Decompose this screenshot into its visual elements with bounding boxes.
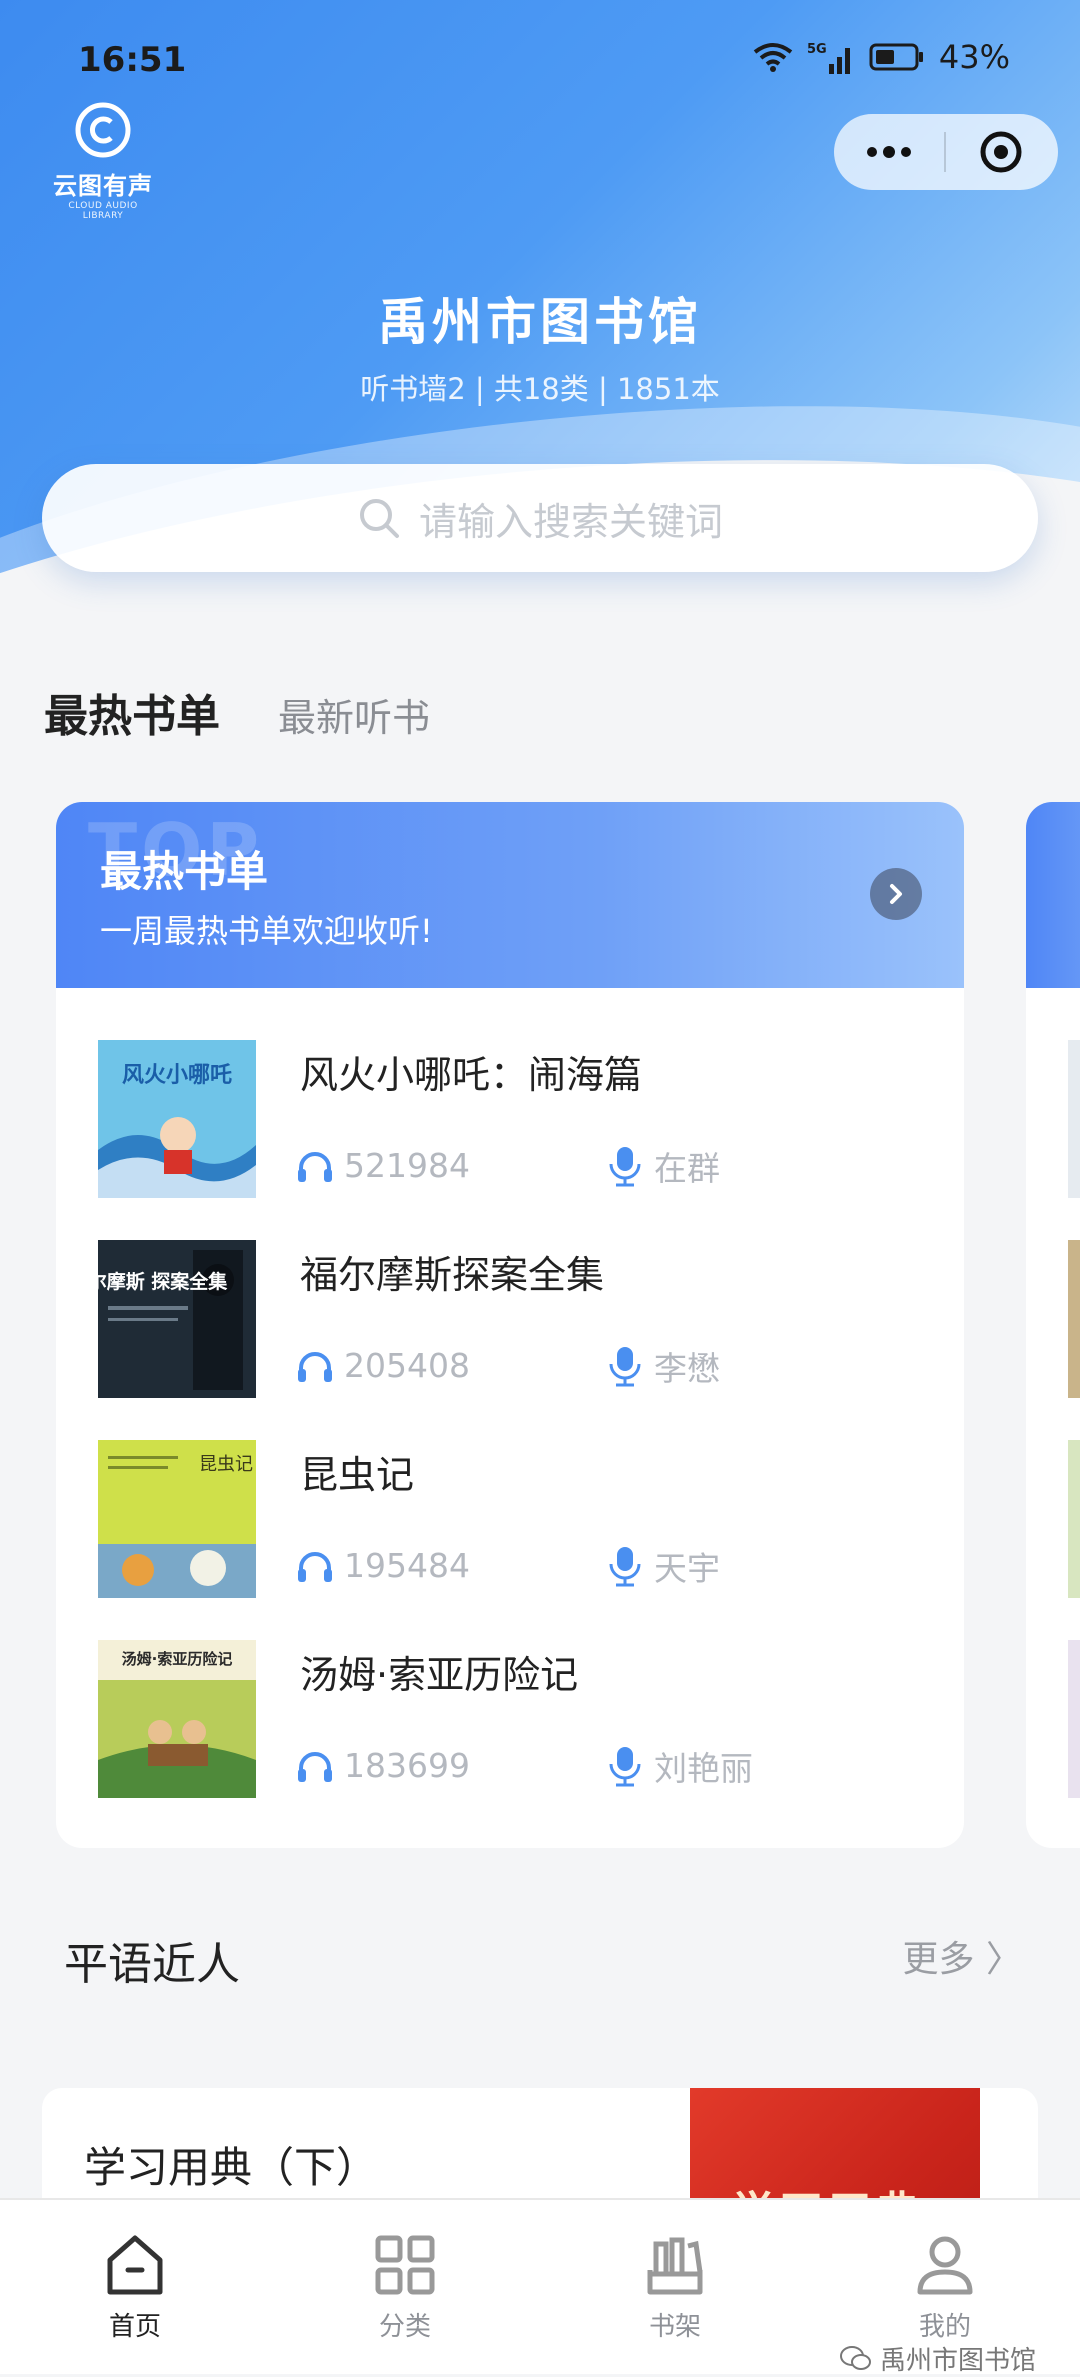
play-count: 195484 [296,1546,470,1585]
search-icon [359,499,399,538]
target-icon [980,131,1022,173]
card-title: 最热书单 [100,847,269,896]
library-name: 禹州市图书馆 [378,293,702,351]
library-stats: 听书墙2 | 共18类 | 1851本 [360,372,720,406]
play-count-value: 183699 [344,1746,470,1785]
reader: 在群 [608,1142,720,1190]
play-count-value: 195484 [344,1546,470,1585]
reader-name: 在群 [654,1149,720,1188]
search-input[interactable]: 请输入搜索关键词 [42,464,1038,572]
reader: 天宇 [608,1542,720,1590]
nav-home[interactable]: 首页 [60,2230,210,2343]
play-count: 183699 [296,1746,470,1785]
reader-name: 天宇 [654,1549,720,1588]
next-card-cover [1068,1240,1080,1398]
list-tabs: 最热书单 最新听书 [44,680,430,744]
wechat-watermark: 禹州市图书馆 [840,2340,1036,2377]
logo-name: 云图有声 [53,172,153,200]
nav-profile[interactable]: 我的 [870,2230,1020,2343]
next-card-header [1026,802,1080,988]
book-item[interactable]: 汤姆·索亚历险记 汤姆·索亚历险记 183699 刘艳丽 [56,1640,964,1840]
nav-category[interactable]: 分类 [330,2230,480,2343]
book-item[interactable]: 昆虫记 昆虫记 195484 天宇 [56,1440,964,1640]
book-title[interactable]: 昆虫记 [300,1444,414,1499]
nav-label: 分类 [378,2312,431,2342]
book-item[interactable]: 风火小哪吒 风火小哪吒：闹海篇 521984 在群 [56,1040,964,1240]
card-subtitle: 一周最热书单欢迎收听! [100,912,433,950]
recommendation-title: 学习用典（下） [84,2143,379,2192]
book-cover[interactable]: 昆虫记 [98,1440,256,1598]
more-dots-icon [867,146,911,158]
book-list: 风火小哪吒 风火小哪吒：闹海篇 521984 在群 摩斯 探案全集 福尔摩斯探案… [56,1040,964,1840]
home-icon [107,2235,163,2295]
book-cover[interactable]: 风火小哪吒 [98,1040,256,1198]
book-title[interactable]: 福尔摩斯探案全集 [300,1244,604,1299]
more-link[interactable]: 更多 〉 [903,1930,1022,1982]
next-card-cover [1068,1640,1080,1798]
book-item[interactable]: 福尔摩斯 探案全集 福尔摩斯探案全集 205408 [56,1240,964,1440]
more-label: 更多 [902,1939,975,1980]
book-cover[interactable]: 福尔摩斯 探案全集 [98,1240,256,1398]
microphone-icon [609,1147,641,1187]
book-title[interactable]: 汤姆·索亚历险记 [300,1644,578,1699]
microphone-icon [609,1747,641,1787]
reader: 刘艳丽 [608,1742,753,1790]
play-count-value: 205408 [344,1346,470,1385]
cover-text: 昆虫记 [199,1454,253,1475]
next-card-cover [1068,1040,1080,1198]
watermark-text: 禹州市图书馆 [880,2346,1037,2376]
signal-icon: 5G [807,42,850,74]
chevron-right-icon [890,884,902,904]
battery-icon [869,43,923,71]
cover-text: 福尔摩斯 探案全集 [98,1270,228,1293]
logo-subtitle: CLOUD AUDIO LIBRARY [68,201,138,221]
headphones-icon [298,1351,332,1382]
nav-bookshelf[interactable]: 书架 [600,2230,750,2343]
grid-icon [375,2235,435,2295]
hot-list-header[interactable]: TOP 最热书单 一周最热书单欢迎收听! [56,802,964,988]
status-icons: 5G 43% [753,38,1010,76]
user-icon [917,2236,973,2295]
wechat-icon [840,2345,871,2370]
headphones-icon [298,1551,332,1582]
hot-list-card[interactable]: TOP 最热书单 一周最热书单欢迎收听! 风火小哪吒 风火小哪吒：闹海篇 521… [56,802,964,1848]
cover-text: 风火小哪吒 [122,1063,232,1088]
cover-text: 汤姆·索亚历险记 [122,1650,233,1668]
book-cover[interactable]: 汤姆·索亚历险记 [98,1640,256,1798]
play-count: 205408 [296,1346,470,1385]
nav-label: 首页 [108,2312,161,2342]
bookshelf-icon [647,2237,703,2295]
reader-name: 刘艳丽 [654,1749,753,1788]
book-title[interactable]: 风火小哪吒：闹海篇 [300,1044,642,1099]
next-card-cover [1068,1440,1080,1598]
next-list-card[interactable] [1026,802,1080,1848]
microphone-icon [609,1347,641,1387]
tab-new-books[interactable]: 最新听书 [278,687,430,742]
close-button[interactable] [946,114,1056,190]
search-placeholder: 请输入搜索关键词 [418,499,723,544]
logo-icon [75,102,131,158]
app-logo: 云图有声 CLOUD AUDIO LIBRARY [48,100,158,221]
nav-label: 书架 [648,2312,701,2342]
headphones-icon [298,1751,332,1782]
status-time: 16:51 [78,40,187,80]
play-count-value: 521984 [344,1146,470,1185]
card-arrow-button[interactable] [870,868,922,920]
section-title: 平语近人 [64,1939,240,1990]
wifi-icon [753,43,793,72]
headphones-icon [298,1151,332,1182]
tab-hot-list[interactable]: 最热书单 [44,680,220,744]
chevron-right-icon: 〉 [974,1939,1022,1980]
nav-label: 我的 [918,2312,971,2342]
play-count: 521984 [296,1146,470,1185]
miniprogram-capsule [834,114,1058,190]
reader: 李懋 [608,1342,720,1390]
battery-level: 43% [938,38,1010,76]
status-bar: 16:51 5G 43% [0,0,1080,110]
reader-name: 李懋 [654,1349,720,1388]
network-type: 5G [807,42,827,57]
more-button[interactable] [834,114,944,190]
microphone-icon [609,1547,641,1587]
